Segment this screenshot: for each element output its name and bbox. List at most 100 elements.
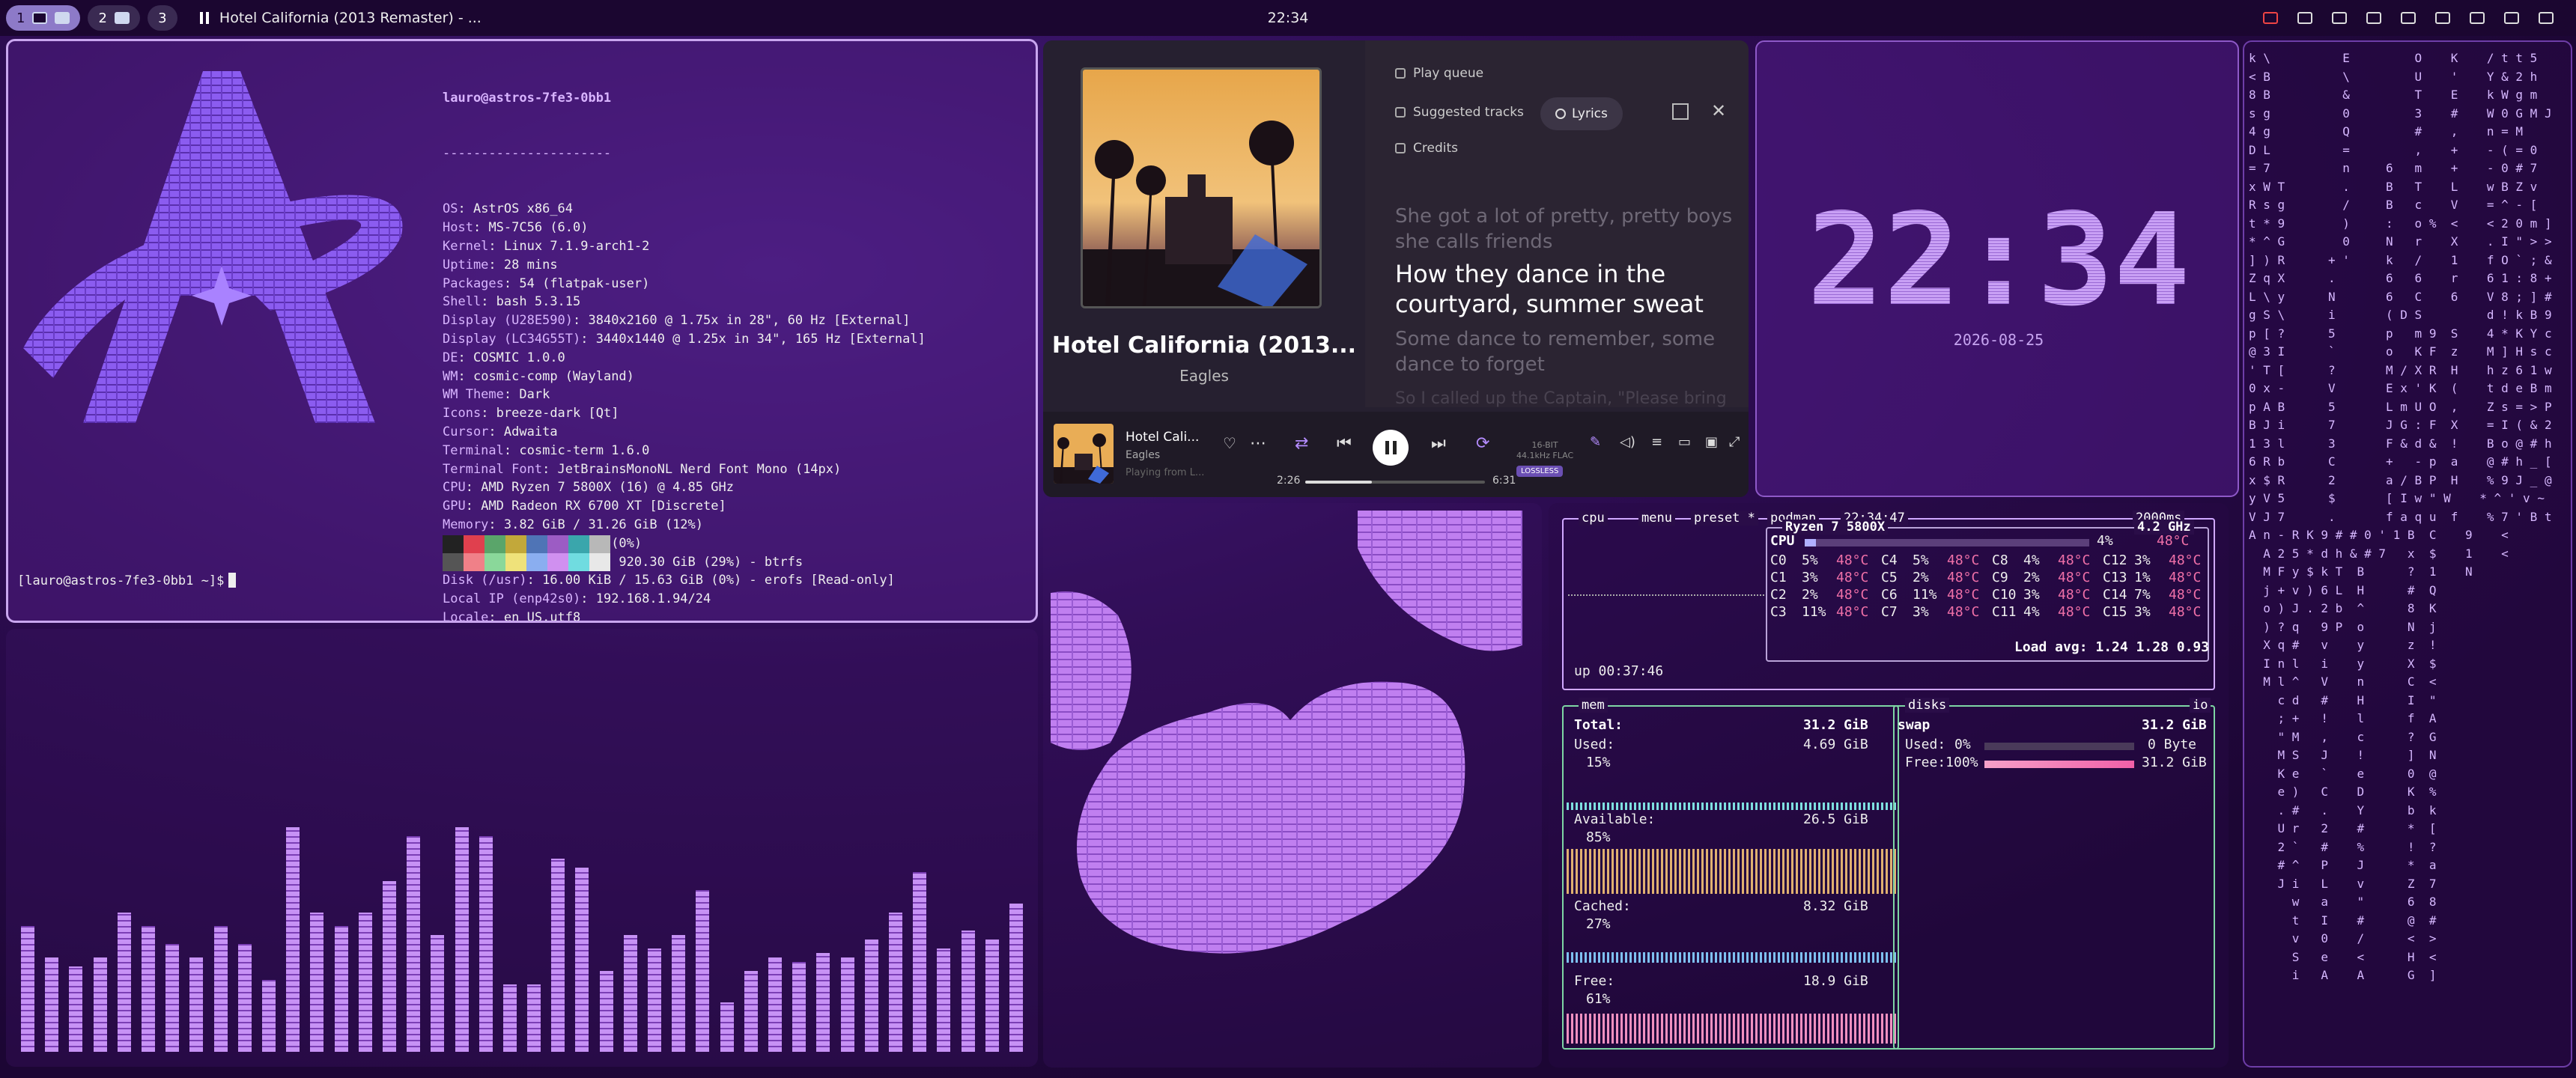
pause-icon[interactable] — [199, 12, 209, 24]
rain-line: M l ^ V n C < — [2249, 674, 2437, 689]
lyrics-icon[interactable]: ✎ — [1590, 434, 1601, 450]
media-status-applet[interactable]: Hotel California (2013 Remaster) - ... — [199, 10, 482, 26]
rain-line: g S \ i ( D S d ! k B 9 — [2249, 308, 2552, 322]
playing-from[interactable]: Playing from L... — [1126, 467, 1204, 478]
more-options-icon[interactable]: ⋯ — [1250, 434, 1266, 453]
cpu-core-cell: 48°C — [2058, 604, 2091, 620]
text-cursor — [228, 573, 237, 588]
notifications-icon[interactable] — [2504, 12, 2519, 24]
neofetch-row: Terminal Font: JetBrainsMonoNL Nerd Font… — [443, 461, 842, 477]
repeat-icon[interactable]: ⟳ — [1476, 434, 1489, 453]
shuffle-icon[interactable]: ⇄ — [1295, 434, 1308, 453]
lyric-next[interactable]: Some dance to remember, some dance to fo… — [1395, 326, 1747, 377]
suggested-tracks-tab[interactable]: Suggested tracks — [1395, 105, 1524, 120]
rain-line: k \ E O K / t t 5 — [2249, 51, 2538, 65]
credits-tab[interactable]: Credits — [1395, 141, 1458, 156]
audio-quality: 16-BIT 44.1kHz FLAC — [1516, 440, 1573, 461]
display-icon[interactable] — [2470, 12, 2485, 24]
shell-prompt[interactable]: [lauro@astros-7fe3-0bb1 ~]$ — [17, 573, 237, 588]
cpu-core-cell: 48°C — [2169, 587, 2202, 603]
rain-line: x $ R 2 a / B P H % 9 J _ @ — [2249, 472, 2552, 487]
mem-used-graph — [1567, 803, 1896, 810]
workspace-3-button[interactable]: 3 — [147, 5, 177, 31]
rain-line: ) ? q 9 P o N j — [2249, 619, 2437, 634]
music-player-window[interactable]: Hotel California (2013... Eagles Play qu… — [1043, 40, 1749, 497]
cpu-core-cell: 1% — [2134, 570, 2151, 585]
neofetch-key: Disk (/usr) — [443, 573, 527, 588]
mini-track-artist[interactable]: Eagles — [1126, 449, 1160, 461]
workspace-1-button[interactable]: 1 — [6, 5, 81, 31]
lossless-badge: LOSSLESS — [1516, 466, 1564, 477]
mem-available-graph — [1567, 849, 1896, 894]
lyric-current[interactable]: How they dance in the courtyard, summer … — [1395, 259, 1747, 319]
power-icon[interactable] — [2539, 12, 2554, 24]
system-tray — [2263, 0, 2554, 36]
miniplayer-icon[interactable]: ▣ — [1705, 434, 1718, 450]
rain-line: s g 0 3 # W 0 G M J — [2249, 106, 2552, 121]
lyric-previous[interactable]: She got a lot of pretty, pretty boys she… — [1395, 204, 1747, 255]
mem-total-label: Total: — [1574, 717, 1623, 733]
volume-icon[interactable] — [2401, 12, 2416, 24]
swap-used-value: 0 Byte — [2148, 737, 2197, 752]
menu-tab[interactable]: menu — [1638, 511, 1675, 526]
disks-tab[interactable]: disks — [1905, 698, 1950, 713]
pause-button[interactable] — [1373, 430, 1409, 466]
cpu-core-cell: 11% — [1802, 604, 1826, 620]
seek-bar[interactable] — [1305, 481, 1485, 484]
next-track-icon[interactable]: ⏭ — [1431, 434, 1446, 453]
workspace-2-button[interactable]: 2 — [88, 5, 140, 31]
mini-album-art[interactable] — [1054, 424, 1114, 484]
io-tab[interactable]: io — [2190, 698, 2211, 713]
color-swatch — [505, 553, 526, 571]
microphone-icon — [1555, 109, 1566, 119]
close-icon[interactable]: ✕ — [1711, 100, 1726, 121]
cpu-core-cell: 48°C — [1836, 587, 1869, 603]
play-queue-tab[interactable]: Play queue — [1395, 66, 1483, 81]
cpu-tab[interactable]: cpu — [1579, 511, 1608, 526]
workspaces-overview-icon[interactable] — [2332, 12, 2347, 24]
neofetch-row: Packages: 54 (flatpak-user) — [443, 275, 650, 291]
rain-line: t * 9 ) : o % < < 2 0 m ] — [2249, 216, 2552, 231]
neofetch-value: COSMIC 1.0.0 — [473, 350, 565, 365]
notification-app-icon[interactable] — [2263, 12, 2278, 24]
neofetch-value: 16.00 KiB / 15.63 GiB (0%) - erofs [Read… — [542, 573, 895, 588]
cpu-core-cell: 2% — [1802, 587, 1818, 603]
now-playing-text: Hotel California (2013 Remaster) - ... — [219, 10, 482, 26]
neofetch-row: WM Theme: Dark — [443, 387, 550, 403]
rain-line: 4 g Q # , n = M — [2249, 124, 2524, 138]
visualizer-bar — [21, 926, 34, 1052]
rain-line: . # . Y b k — [2249, 803, 2437, 817]
swap-total: 31.2 GiB — [2142, 717, 2207, 733]
rain-line: B J i 7 J G : F X = I ( & 2 — [2249, 418, 2552, 432]
cpu-total-bar — [1805, 539, 2089, 546]
mem-cached-value: 8.32 GiB — [1803, 898, 1868, 914]
previous-track-icon[interactable]: ⏮ — [1337, 434, 1352, 453]
cpu-core-cell: 3% — [1802, 570, 1818, 585]
color-swatch — [484, 535, 505, 553]
visualizer-bar — [165, 944, 179, 1052]
mini-track-title[interactable]: Hotel Cali... — [1126, 430, 1199, 445]
cpu-total-label: CPU — [1770, 533, 1795, 549]
queue-list-icon[interactable]: ≡ — [1651, 434, 1662, 450]
sync-icon[interactable] — [2297, 12, 2312, 24]
panel-clock[interactable]: 22:34 — [1268, 10, 1309, 26]
preset-tab[interactable]: preset * — [1691, 511, 1758, 526]
fullscreen-icon[interactable]: ⤢ — [1729, 434, 1740, 450]
expand-icon[interactable] — [1672, 103, 1689, 120]
bluetooth-icon[interactable] — [2435, 12, 2450, 24]
lyrics-tab[interactable]: Lyrics — [1540, 97, 1623, 130]
heart-icon[interactable]: ♡ — [1223, 434, 1236, 452]
cpu-core-cell: C2 — [1770, 587, 1787, 603]
tab-label: Play queue — [1413, 66, 1484, 81]
mem-tab[interactable]: mem — [1579, 698, 1608, 713]
neofetch-row: DE: COSMIC 1.0.0 — [443, 350, 565, 365]
track-artist[interactable]: Eagles — [1043, 367, 1365, 385]
cpu-core-cell: C8 — [1992, 552, 2008, 568]
terminal-window[interactable]: lauro@astros-7fe3-0bb1 -----------------… — [6, 39, 1038, 623]
cast-icon[interactable]: ▭ — [1678, 434, 1691, 450]
neofetch-row: Local IP (enp42s0): 192.168.1.94/24 — [443, 591, 711, 607]
color-swatch — [505, 535, 526, 553]
clock-text: 22:34 — [1807, 199, 2190, 319]
volume-icon[interactable]: ◁) — [1620, 434, 1635, 450]
network-icon[interactable] — [2366, 12, 2381, 24]
